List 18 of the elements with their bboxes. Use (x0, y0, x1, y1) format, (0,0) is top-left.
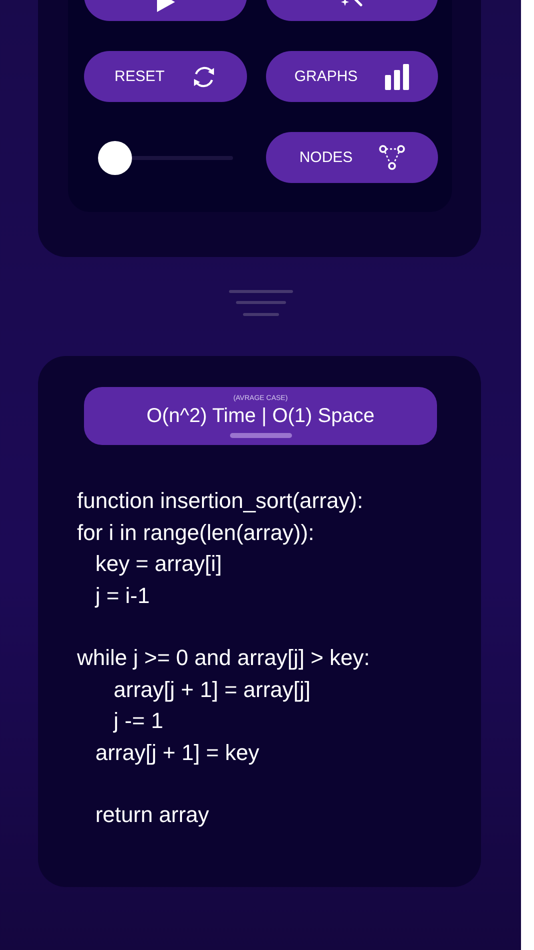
action-button[interactable]: RESET (84, 51, 247, 102)
complexity-text: O(n^2) Time | O(1) Space (146, 404, 374, 429)
nodes-icon (378, 144, 405, 172)
code-line: return array (94, 801, 210, 829)
drag-handle-icon[interactable] (229, 290, 293, 318)
code-line: array[j + 1] = array[j] (112, 676, 312, 704)
code-line: j = i-1 (94, 582, 151, 610)
bar-chart-icon (384, 62, 410, 90)
code-line: for i in range(len(array)): (77, 518, 316, 547)
drag-handle[interactable] (230, 433, 292, 438)
action-button[interactable]: NODES (266, 132, 438, 183)
slider-thumb[interactable] (98, 141, 132, 175)
code-line: j -= 1 (112, 707, 164, 735)
code-line: key = array[i] (94, 550, 223, 578)
code-line: function insertion_sort(array): (77, 487, 364, 515)
code-line: while j >= 0 and array[j] > key: (77, 644, 371, 672)
code-line: array[j + 1] = key (94, 738, 260, 767)
action-button[interactable]: GRAPHS (266, 51, 438, 102)
